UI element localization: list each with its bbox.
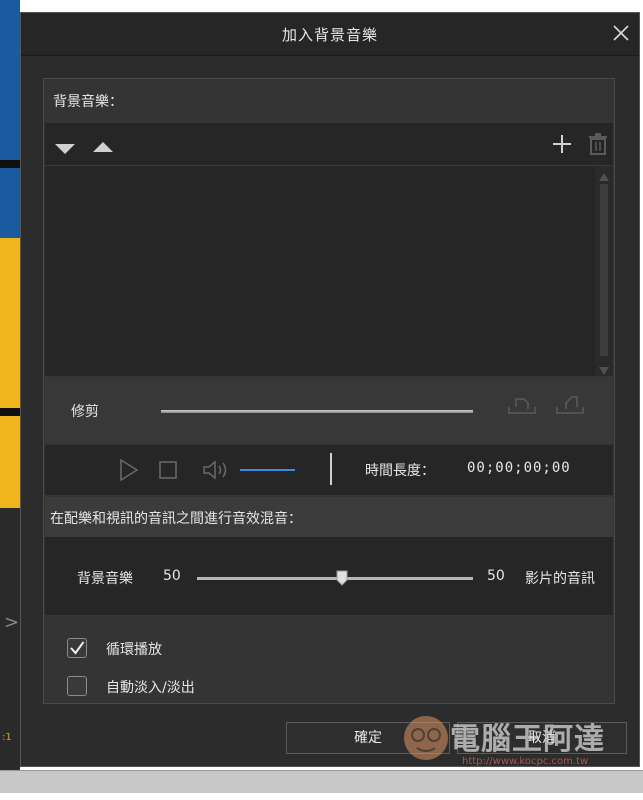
background-window: > :1 (0, 0, 20, 770)
mix-row: 背景音樂 50 50 影片的音訊 (45, 537, 613, 615)
play-icon[interactable] (119, 458, 139, 485)
volume-slider[interactable] (240, 469, 295, 471)
scrollbar[interactable] (595, 166, 613, 376)
watermark: 電腦王阿達 http://www.kocpc.com.tw (398, 706, 633, 770)
mix-header-text: 在配樂和視訊的音訊之間進行音效混音： (50, 511, 302, 527)
move-down-icon[interactable] (55, 139, 75, 158)
music-list[interactable] (45, 166, 613, 376)
divider (330, 453, 332, 485)
mix-slider[interactable] (197, 577, 473, 580)
trim-label: 修剪 (71, 404, 99, 420)
scroll-up-icon[interactable] (598, 168, 610, 181)
stop-icon[interactable] (158, 460, 178, 484)
close-icon[interactable] (609, 21, 633, 45)
checkmark-icon (70, 641, 85, 655)
scroll-thumb[interactable] (600, 184, 608, 356)
trim-start-icon[interactable] (507, 395, 537, 419)
mix-header: 在配樂和視訊的音訊之間進行音效混音： (45, 497, 613, 537)
chevron-right-icon: > (4, 612, 20, 633)
delete-icon[interactable] (588, 132, 608, 160)
watermark-text: 電腦王阿達 (450, 722, 605, 757)
mix-right-label: 影片的音訊 (525, 571, 595, 587)
background-status-bar (0, 770, 643, 793)
duration-label: 時間長度： (365, 463, 435, 479)
dialog-title: 加入背景音樂 (281, 26, 378, 44)
move-up-icon[interactable] (93, 137, 113, 156)
scroll-down-icon[interactable] (598, 362, 610, 375)
mascot-logo (404, 716, 448, 760)
watermark-url: http://www.kocpc.com.tw (462, 756, 589, 767)
background-music-label: 背景音樂： (53, 94, 123, 110)
loop-checkbox[interactable] (67, 638, 87, 658)
mix-left-value: 50 (163, 568, 181, 584)
add-background-music-dialog: 加入背景音樂 背景音樂： 修剪 時間長度： 00;00;00;00 在配樂和視訊… (20, 12, 640, 767)
loop-label: 循環播放 (106, 642, 162, 658)
settings-panel: 背景音樂： 修剪 時間長度： 00;00;00;00 在配樂和視訊的音訊之間進行… (43, 78, 615, 704)
mix-slider-thumb[interactable] (336, 570, 348, 586)
mix-left-label: 背景音樂 (77, 571, 133, 587)
music-toolbar (45, 123, 613, 166)
trim-row: 修剪 (45, 377, 613, 443)
background-text: :1 (2, 732, 12, 743)
player-controls: 時間長度： 00;00;00;00 (45, 445, 613, 495)
fade-checkbox[interactable] (67, 676, 87, 696)
trim-slider[interactable] (161, 410, 473, 413)
volume-icon[interactable] (202, 459, 232, 485)
trim-end-icon[interactable] (555, 395, 585, 419)
fade-label: 自動淡入/淡出 (106, 680, 195, 696)
duration-value: 00;00;00;00 (467, 460, 571, 476)
mix-right-value: 50 (487, 568, 505, 584)
title-bar: 加入背景音樂 (21, 13, 639, 56)
add-icon[interactable] (552, 134, 572, 158)
